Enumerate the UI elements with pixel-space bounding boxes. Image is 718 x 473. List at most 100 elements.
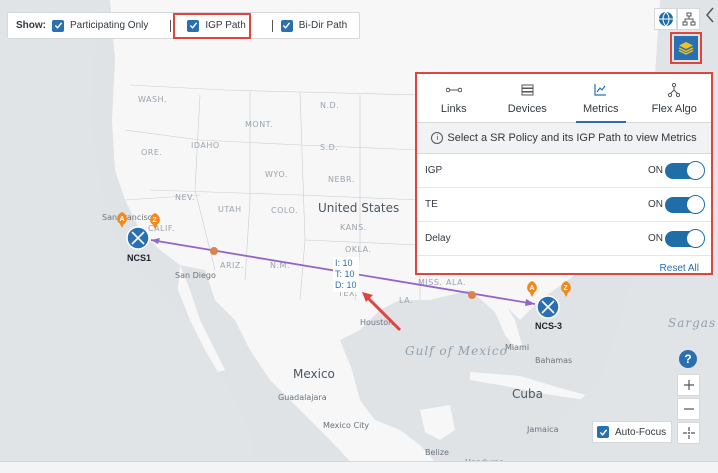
igp-metric-value: I: 10 — [335, 258, 353, 268]
help-icon[interactable]: ? — [679, 350, 697, 368]
tab-flex-algo-label: Flex Algo — [651, 102, 697, 115]
state-label: N.D. — [320, 101, 339, 110]
delay-metric-value: D: 10 — [335, 280, 357, 290]
bi-dir-path-checkbox[interactable]: Bi-Dir Path — [280, 13, 348, 38]
layers-icon — [678, 42, 694, 55]
city-label: Belize — [425, 448, 449, 457]
tab-metrics[interactable]: Metrics — [564, 74, 638, 123]
path-metrics-label[interactable]: I: 10 T: 10 D: 10 — [333, 257, 359, 292]
path-hop-marker[interactable] — [468, 291, 476, 299]
checkbox-checked-icon — [52, 19, 64, 32]
country-label-cuba: Cuba — [512, 387, 543, 401]
toggle-switch[interactable] — [665, 160, 705, 180]
tab-devices-label: Devices — [507, 102, 547, 115]
city-label: San Francisco — [102, 213, 157, 222]
info-text: Select a SR Policy and its IGP Path to v… — [447, 132, 697, 144]
metric-label: IGP — [425, 165, 443, 176]
layers-button[interactable] — [674, 36, 698, 60]
info-message: i Select a SR Policy and its IGP Path to… — [417, 123, 711, 154]
topology-view-button[interactable] — [677, 8, 700, 30]
participating-only-checkbox[interactable]: Participating Only — [52, 13, 148, 38]
svg-text:Z: Z — [153, 217, 158, 224]
node-ncs1[interactable] — [126, 226, 150, 250]
state-label: CALIF. — [148, 224, 175, 233]
svg-text:Z: Z — [564, 285, 569, 292]
te-toggle[interactable]: ON — [648, 194, 705, 214]
igp-toggle[interactable]: ON — [648, 160, 705, 180]
checkbox-checked-icon — [597, 426, 609, 438]
state-label: IDAHO — [191, 141, 220, 150]
toggle-switch[interactable] — [665, 228, 705, 248]
flex-algo-icon — [668, 82, 681, 97]
geo-view-button[interactable] — [654, 8, 677, 30]
city-label: Mexico City — [323, 421, 369, 430]
path-hop-marker[interactable] — [210, 247, 218, 255]
state-label: WYO. — [265, 170, 288, 179]
city-label: Guadalajara — [278, 393, 327, 402]
te-metric-value: T: 10 — [335, 269, 355, 279]
links-icon — [445, 87, 462, 92]
fit-view-button[interactable] — [677, 422, 700, 444]
bi-dir-path-label: Bi-Dir Path — [298, 20, 348, 31]
state-label: UTAH — [218, 205, 242, 214]
country-label-mexico: Mexico — [293, 367, 335, 381]
svg-text:A: A — [530, 285, 535, 292]
toggle-state: ON — [648, 165, 663, 176]
panel-tabs: Links Devices Metrics Flex Algo — [417, 74, 711, 123]
auto-focus-checkbox[interactable]: Auto-Focus — [592, 421, 672, 443]
globe-icon — [658, 11, 673, 27]
auto-focus-label: Auto-Focus — [615, 426, 667, 438]
bottom-bar — [0, 461, 718, 473]
state-label: OKLA. — [345, 245, 372, 254]
tab-metrics-label: Metrics — [583, 102, 619, 115]
state-label: MONT. — [245, 120, 273, 129]
divider — [170, 19, 172, 32]
tab-links[interactable]: Links — [417, 74, 491, 122]
metric-row-igp: IGP ON — [417, 154, 711, 188]
state-label: NEBR. — [328, 175, 355, 184]
state-label: S.D. — [320, 143, 338, 152]
city-label: San Diego — [175, 271, 216, 280]
layers-panel: Links Devices Metrics Flex Algo i Select… — [415, 72, 713, 275]
topology-icon — [682, 12, 695, 26]
zoom-out-button[interactable] — [677, 398, 700, 420]
toggle-switch[interactable] — [665, 194, 705, 214]
metrics-icon — [594, 84, 607, 96]
node-label-ncs1: NCS1 — [127, 253, 152, 263]
state-label: COLO. — [271, 206, 298, 215]
minus-icon — [683, 408, 694, 410]
delay-toggle[interactable]: ON — [648, 228, 705, 248]
tab-devices[interactable]: Devices — [491, 74, 565, 122]
info-icon: i — [431, 132, 444, 144]
divider — [271, 19, 273, 32]
state-label: NEV. — [175, 193, 195, 202]
city-label: Bahamas — [535, 356, 572, 365]
devices-icon — [521, 84, 534, 95]
reset-all-link[interactable]: Reset All — [660, 263, 699, 274]
state-label: KANS. — [340, 223, 367, 232]
participating-only-label: Participating Only — [70, 20, 149, 31]
city-label: Miami — [505, 343, 529, 352]
collapse-panel-button[interactable] — [702, 2, 718, 28]
state-label: ARIZ. — [220, 261, 244, 270]
gulf-label: Gulf of Mexico — [405, 344, 508, 358]
sargasso-label: Sargas Se — [668, 316, 718, 330]
tab-links-label: Links — [440, 102, 467, 115]
igp-path-highlight — [173, 13, 251, 39]
tab-flex-algo[interactable]: Flex Algo — [638, 74, 712, 122]
plus-icon — [683, 380, 694, 390]
metric-row-delay: Delay ON — [417, 222, 711, 256]
toggle-state: ON — [648, 199, 663, 210]
svg-text:A: A — [120, 216, 125, 223]
node-ncs3[interactable] — [536, 295, 560, 319]
checkbox-checked-icon — [280, 19, 293, 32]
metric-label: Delay — [425, 233, 451, 244]
state-label: ORE. — [141, 148, 162, 157]
node-label-ncs3: NCS-3 — [535, 321, 563, 331]
country-label-us: United States — [318, 201, 399, 215]
metric-row-te: TE ON — [417, 188, 711, 222]
toggle-state: ON — [648, 233, 663, 244]
focus-icon — [682, 427, 695, 439]
zoom-in-button[interactable] — [677, 374, 700, 396]
state-label: LA. — [399, 296, 413, 305]
